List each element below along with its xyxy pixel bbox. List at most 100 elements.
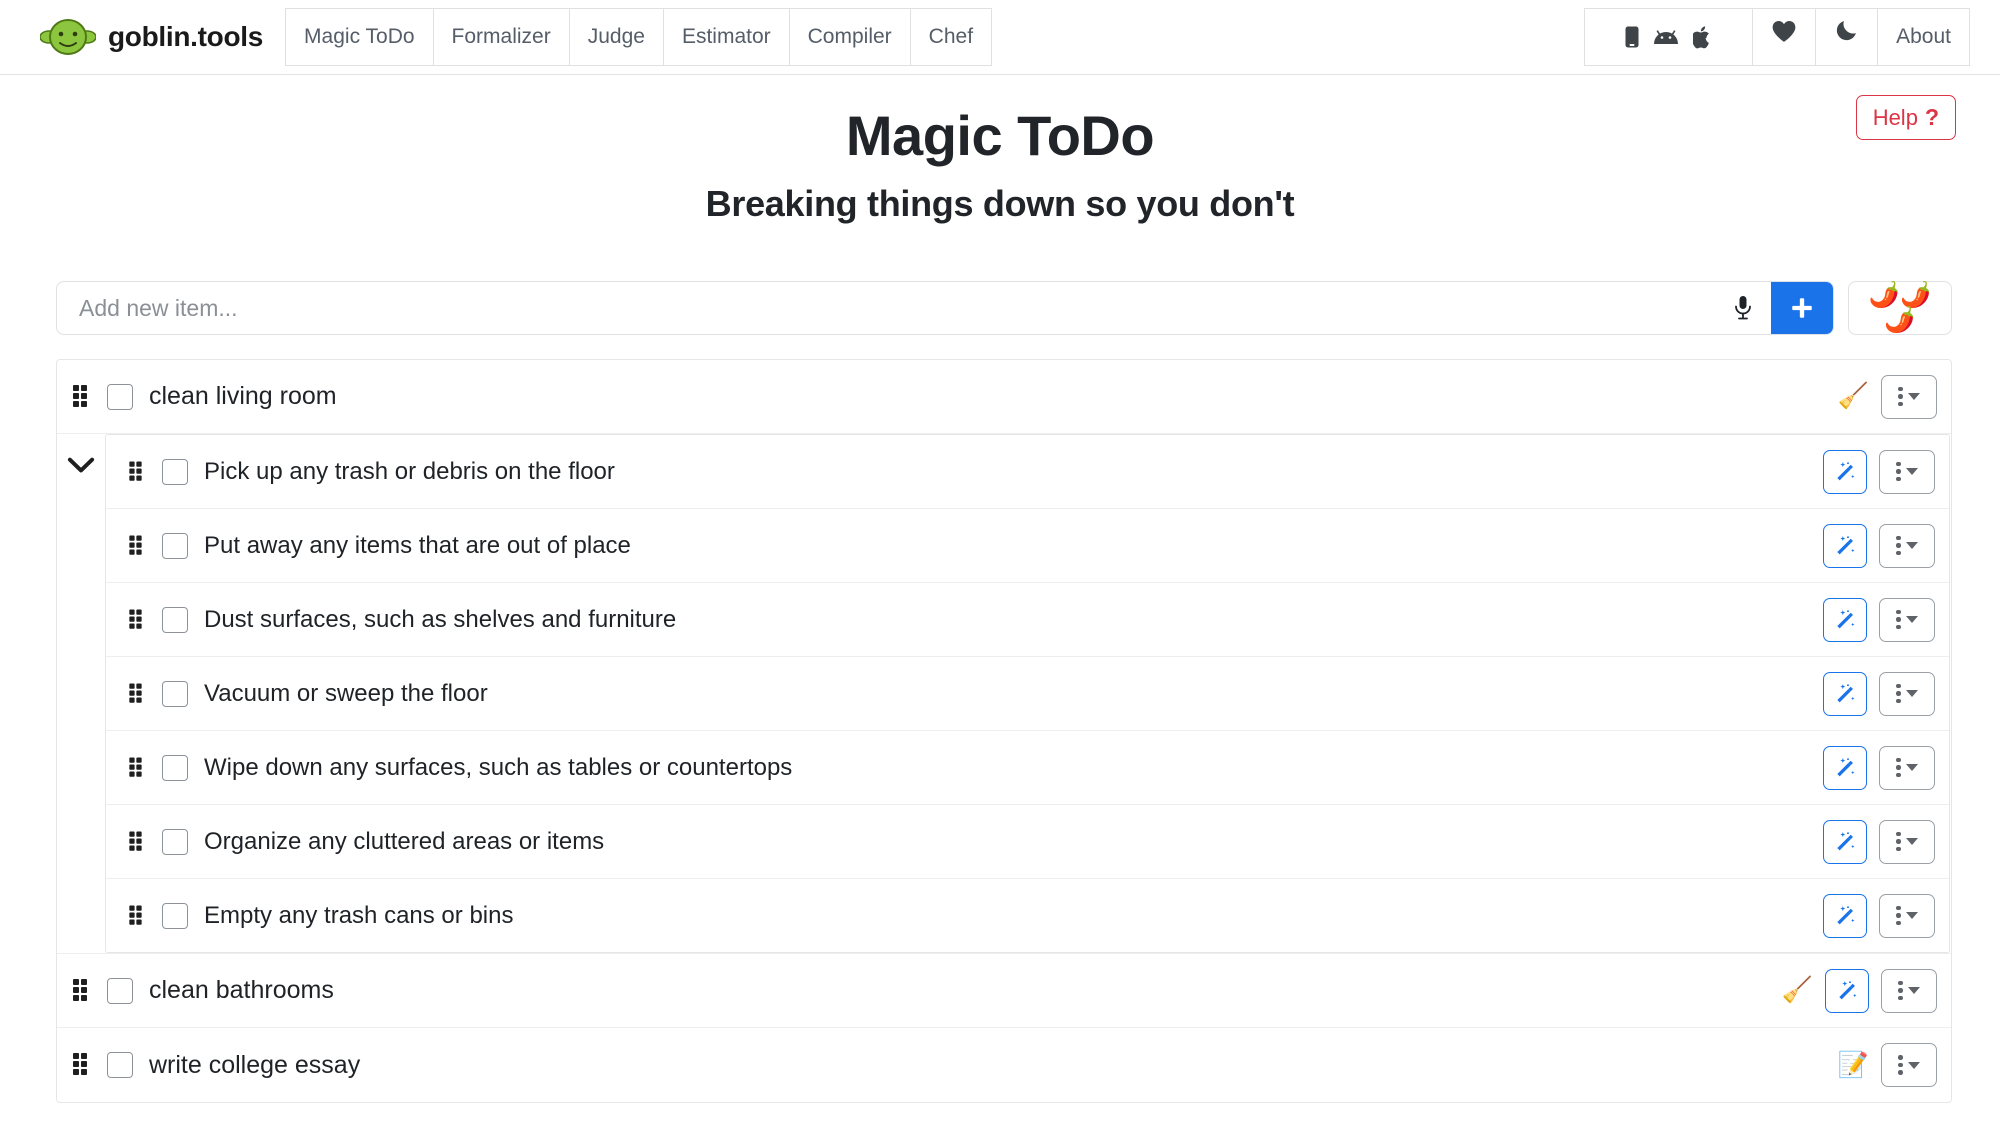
vertical-dots-icon [1898, 1055, 1903, 1075]
subtask-list: Pick up any trash or debris on the floor [105, 434, 1950, 954]
drag-handle-icon[interactable] [129, 683, 148, 704]
chevron-down-icon [1905, 838, 1918, 846]
app-downloads-button[interactable] [1584, 8, 1754, 66]
todo-checkbox[interactable] [107, 383, 133, 410]
composer-input-group [56, 281, 1834, 336]
subtask-row[interactable]: Vacuum or sweep the floor [106, 657, 1949, 732]
subtask-row[interactable]: Put away any items that are out of place [106, 509, 1949, 584]
drag-handle-icon[interactable] [129, 831, 148, 852]
subtask-checkbox[interactable] [162, 680, 188, 707]
todo-row-parent[interactable]: clean living room 🧹 [57, 360, 1951, 435]
magic-wand-icon [1836, 832, 1855, 851]
magic-wand-button[interactable] [1825, 968, 1869, 1013]
drag-handle-icon[interactable] [73, 1053, 95, 1077]
todo-row-actions: 🧹 [1781, 968, 1937, 1013]
chevron-down-icon [1905, 542, 1918, 550]
todo-options-button[interactable] [1881, 1043, 1937, 1088]
subtask-options-button[interactable] [1879, 745, 1935, 790]
spiciness-selector[interactable]: 🌶️🌶️🌶️ [1848, 281, 1952, 336]
drag-handle-icon[interactable] [73, 978, 95, 1003]
subtask-actions [1823, 819, 1935, 864]
subtask-row[interactable]: Dust surfaces, such as shelves and furni… [106, 583, 1949, 658]
subtask-label: Vacuum or sweep the floor [204, 679, 488, 707]
subtask-row[interactable]: Empty any trash cans or bins [106, 879, 1949, 954]
subtask-checkbox[interactable] [162, 458, 188, 485]
subtask-options-button[interactable] [1879, 523, 1935, 568]
subtask-options-button[interactable] [1879, 449, 1935, 494]
drag-handle-icon[interactable] [129, 609, 148, 630]
subtask-options-button[interactable] [1879, 597, 1935, 642]
magic-wand-button[interactable] [1823, 523, 1867, 568]
tab-formalizer[interactable]: Formalizer [432, 8, 570, 66]
page-title: Magic ToDo [845, 104, 1155, 167]
goblin-head-icon [40, 15, 96, 59]
tab-magic-todo[interactable]: Magic ToDo [285, 8, 434, 66]
vertical-dots-icon [1896, 905, 1901, 926]
new-item-input[interactable] [57, 282, 1715, 335]
broom-icon: 🧹 [1781, 976, 1813, 1005]
heart-button[interactable] [1752, 8, 1817, 66]
todo-checkbox[interactable] [107, 977, 133, 1004]
subtask-options-button[interactable] [1879, 893, 1935, 938]
subtask-checkbox[interactable] [162, 828, 188, 855]
tab-estimator[interactable]: Estimator [662, 8, 790, 66]
subtask-label: Put away any items that are out of place [204, 531, 631, 559]
subtask-checkbox[interactable] [162, 754, 188, 781]
subtask-row[interactable]: Wipe down any surfaces, such as tables o… [106, 731, 1949, 806]
collapse-toggle-button[interactable] [57, 434, 105, 954]
subtask-checkbox[interactable] [162, 606, 188, 633]
todo-row-parent[interactable]: write college essay 📝 [57, 1028, 1951, 1103]
vertical-dots-icon [1896, 535, 1901, 556]
subtask-checkbox[interactable] [162, 532, 188, 559]
navbar-right-actions: About [1584, 8, 1970, 66]
brand-name: goblin.tools [108, 21, 264, 52]
magic-wand-icon [1838, 981, 1857, 1000]
subtask-options-button[interactable] [1879, 671, 1935, 716]
add-item-button[interactable] [1771, 282, 1833, 335]
subtask-label: Organize any cluttered areas or items [204, 827, 605, 855]
chevron-down-icon [67, 457, 95, 473]
voice-input-button[interactable] [1715, 282, 1771, 335]
drag-handle-icon[interactable] [129, 535, 148, 556]
magic-wand-icon [1836, 462, 1855, 481]
drag-handle-icon[interactable] [129, 757, 148, 778]
drag-handle-icon[interactable] [129, 461, 148, 482]
chevron-down-icon [1907, 1061, 1920, 1069]
brand[interactable]: goblin.tools [40, 15, 263, 59]
todo-checkbox[interactable] [107, 1052, 133, 1079]
magic-wand-button[interactable] [1823, 449, 1867, 494]
vertical-dots-icon [1896, 609, 1901, 630]
magic-wand-icon [1836, 610, 1855, 629]
subtask-row[interactable]: Pick up any trash or debris on the floor [106, 435, 1949, 510]
subtask-actions [1823, 597, 1935, 642]
subtask-label: Wipe down any surfaces, such as tables o… [204, 753, 793, 781]
tab-chef[interactable]: Chef [909, 8, 993, 66]
theme-toggle-button[interactable] [1815, 8, 1879, 66]
vertical-dots-icon [1896, 683, 1901, 704]
magic-wand-button[interactable] [1823, 671, 1867, 716]
subtask-actions [1823, 745, 1935, 790]
subtask-label: Empty any trash cans or bins [204, 901, 514, 929]
magic-wand-button[interactable] [1823, 745, 1867, 790]
todo-row-parent[interactable]: clean bathrooms 🧹 [57, 954, 1951, 1029]
help-button[interactable]: Help ? [1855, 95, 1956, 140]
subtask-row[interactable]: Organize any cluttered areas or items [106, 805, 1949, 880]
magic-wand-button[interactable] [1823, 893, 1867, 938]
drag-handle-icon[interactable] [129, 905, 148, 926]
about-button[interactable]: About [1877, 8, 1970, 66]
drag-handle-icon[interactable] [73, 384, 95, 409]
memo-icon: 📝 [1837, 1050, 1869, 1079]
subtask-options-button[interactable] [1879, 819, 1935, 864]
tab-compiler[interactable]: Compiler [788, 8, 911, 66]
subtask-actions [1823, 523, 1935, 568]
chevron-down-icon [1905, 764, 1918, 772]
todo-list: clean living room 🧹 Pick up any trash or… [56, 359, 1952, 1104]
todo-options-button[interactable] [1881, 968, 1937, 1013]
magic-wand-button[interactable] [1823, 819, 1867, 864]
subtask-checkbox[interactable] [162, 902, 188, 929]
todo-row-actions: 📝 [1837, 1043, 1937, 1088]
magic-wand-button[interactable] [1823, 597, 1867, 642]
todo-options-button[interactable] [1881, 374, 1937, 419]
mobile-phone-icon [1625, 26, 1639, 48]
tab-judge[interactable]: Judge [568, 8, 664, 66]
